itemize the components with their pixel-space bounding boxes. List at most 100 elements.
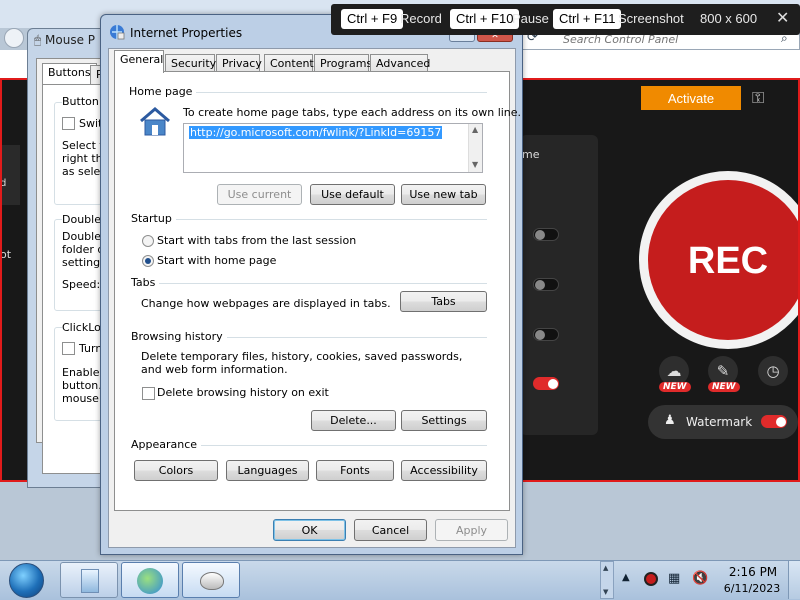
radio-last-session[interactable] — [142, 235, 154, 247]
recorder-hotkey-bar: Ctrl + F9 Record Ctrl + F10 Pause Ctrl +… — [331, 4, 800, 35]
clock-time[interactable]: 2:16 PM — [728, 565, 778, 579]
recorder-left-label: ot — [0, 248, 12, 261]
tray-scrollbar[interactable]: ▲ ▼ — [600, 561, 614, 599]
activate-button[interactable]: Activate — [641, 86, 741, 110]
timer-icon[interactable]: ◷ — [758, 356, 788, 386]
record-hotkey-label: Record — [400, 11, 442, 26]
close-icon[interactable]: ✕ — [776, 8, 789, 28]
clicklock-checkbox[interactable] — [62, 342, 75, 355]
scroll-up-icon[interactable]: ▲ — [603, 564, 608, 572]
delete-on-exit-checkbox[interactable] — [142, 387, 155, 400]
use-current-button[interactable]: Use current — [217, 184, 302, 205]
record-hotkey: Ctrl + F9 — [341, 9, 404, 29]
internet-options-icon — [109, 24, 125, 40]
tab-buttons[interactable]: Buttons — [42, 63, 97, 85]
taskbar-item-internet-options[interactable] — [121, 562, 179, 598]
recorder-toggle-4[interactable] — [533, 377, 559, 390]
pause-hotkey-label: Pause — [512, 11, 549, 26]
taskbar-item-explorer[interactable] — [60, 562, 118, 598]
cancel-button[interactable]: Cancel — [354, 519, 427, 541]
radio-home-page-label[interactable]: Start with home page — [157, 254, 276, 267]
new-badge: NEW — [659, 382, 691, 392]
start-button[interactable] — [2, 561, 52, 599]
screenshot-hotkey-label: Screenshot — [618, 11, 684, 26]
apply-button[interactable]: Apply — [435, 519, 508, 541]
recorder-left-panel — [0, 145, 20, 205]
watermark-toggle[interactable] — [761, 415, 787, 428]
delete-button[interactable]: Delete... — [311, 410, 396, 431]
scroll-up-icon[interactable]: ▲ — [472, 125, 478, 134]
globe-icon — [137, 568, 163, 594]
home-page-url: http://go.microsoft.com/fwlink/?LinkId=6… — [189, 126, 443, 139]
speed-label: Speed: — [62, 278, 101, 291]
resolution-readout: 800 x 600 — [700, 11, 758, 26]
background-strip — [0, 50, 30, 80]
divider — [194, 445, 487, 446]
radio-last-session-label[interactable]: Start with tabs from the last session — [157, 234, 356, 247]
folder-icon — [81, 569, 99, 593]
volume-muted-icon[interactable]: 🔇 — [692, 571, 708, 586]
tabs-description: Change how webpages are displayed in tab… — [141, 297, 391, 310]
browsing-history-heading: Browsing history — [131, 330, 227, 343]
browsing-history-description: Delete temporary files, history, cookies… — [141, 350, 463, 376]
use-default-button[interactable]: Use default — [310, 184, 395, 205]
tabs-button[interactable]: Tabs — [400, 291, 487, 312]
startup-heading: Startup — [131, 212, 176, 225]
home-icon — [137, 105, 173, 137]
pause-hotkey: Ctrl + F10 — [450, 9, 520, 29]
person-icon: ♟ — [664, 413, 676, 428]
scroll-down-icon[interactable]: ▼ — [472, 160, 478, 169]
appearance-heading: Appearance — [131, 438, 202, 451]
settings-button[interactable]: Settings — [401, 410, 487, 431]
record-button[interactable]: REC — [648, 180, 800, 340]
switch-buttons-checkbox[interactable] — [62, 117, 75, 130]
scroll-down-icon[interactable]: ▼ — [603, 588, 608, 596]
mouse-window-title-text: Mouse P — [45, 33, 96, 47]
divider — [158, 283, 487, 284]
windows-logo-icon — [9, 563, 44, 598]
home-page-description: To create home page tabs, type each addr… — [183, 106, 522, 119]
home-page-heading: Home page — [129, 85, 197, 98]
mouse-icon — [200, 572, 224, 590]
fonts-button[interactable]: Fonts — [316, 460, 394, 481]
languages-button[interactable]: Languages — [226, 460, 309, 481]
recorder-tray-icon[interactable] — [644, 572, 658, 586]
show-desktop-button[interactable] — [788, 561, 800, 599]
home-page-textarea[interactable]: http://go.microsoft.com/fwlink/?LinkId=6… — [183, 123, 483, 173]
divider — [190, 92, 487, 93]
ok-button[interactable]: OK — [273, 519, 346, 541]
clock-date[interactable]: 6/11/2023 — [722, 582, 782, 595]
mouse-icon: 🖱 — [34, 33, 42, 47]
clicklock-desc-2: button. — [62, 379, 102, 392]
recorder-settings-panel — [520, 135, 598, 435]
screenshot-hotkey: Ctrl + F11 — [553, 9, 622, 29]
clicklock-desc-1: Enables — [62, 366, 106, 379]
show-hidden-icons[interactable]: ▲ — [622, 572, 630, 583]
divider — [212, 337, 487, 338]
recorder-toggle-1[interactable] — [533, 228, 559, 241]
mouse-window-title: 🖱 Mouse P — [34, 33, 95, 48]
colors-button[interactable]: Colors — [134, 460, 218, 481]
back-nav-icon[interactable] — [4, 28, 24, 48]
divider — [170, 219, 487, 220]
watermark-control[interactable]: ♟ Watermark — [648, 405, 798, 439]
network-icon[interactable]: ▦ — [668, 571, 680, 586]
textarea-scrollbar[interactable]: ▲ ▼ — [468, 124, 482, 172]
window-title: Internet Properties — [130, 26, 243, 40]
recorder-toggle-3[interactable] — [533, 328, 559, 341]
clicklock-label: Turn — [79, 342, 103, 355]
key-icon[interactable]: ⚿ — [752, 88, 778, 108]
recorder-toggle-2[interactable] — [533, 278, 559, 291]
use-new-tab-button[interactable]: Use new tab — [401, 184, 486, 205]
recorder-panel-label: me — [522, 148, 540, 161]
double-click-desc-3: setting. — [62, 256, 104, 269]
double-click-desc-1: Double- — [62, 230, 105, 243]
accessibility-button[interactable]: Accessibility — [401, 460, 487, 481]
taskbar-item-mouse[interactable] — [182, 562, 240, 598]
new-badge: NEW — [708, 382, 740, 392]
delete-on-exit-label[interactable]: Delete browsing history on exit — [157, 386, 329, 399]
tab-general[interactable]: General — [114, 50, 164, 73]
double-click-title: Double- — [62, 213, 105, 226]
control-panel-body — [520, 50, 800, 80]
radio-home-page[interactable] — [142, 255, 154, 267]
